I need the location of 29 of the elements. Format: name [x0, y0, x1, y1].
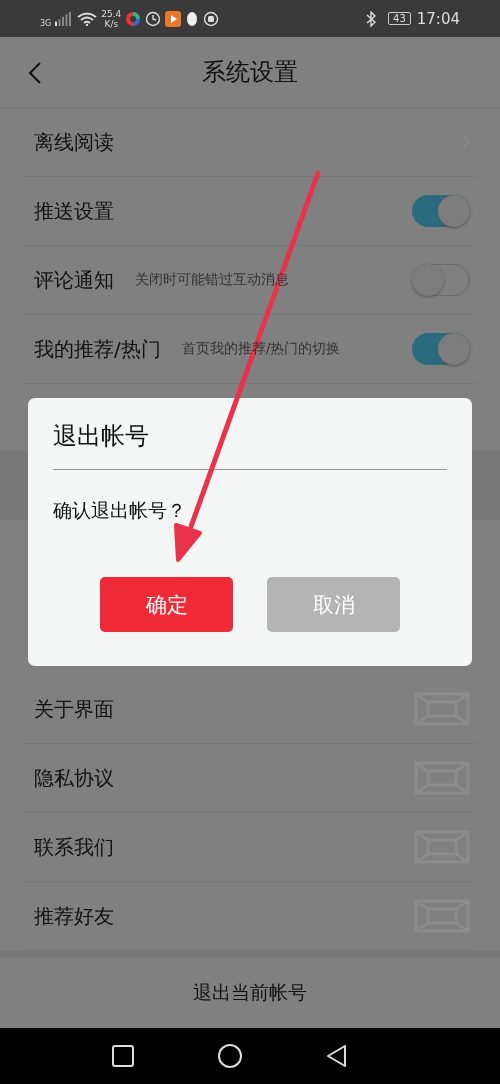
bluetooth-icon — [366, 10, 377, 27]
confirm-button[interactable]: 确定 — [100, 577, 233, 632]
clock-app-icon — [145, 10, 162, 27]
setting-label: 关于界面 — [34, 695, 114, 723]
battery-level: 43 — [388, 12, 411, 25]
signal-icon — [55, 11, 74, 26]
speed-unit: K/s — [104, 18, 119, 29]
play-app-icon — [165, 10, 182, 27]
recents-icon[interactable] — [111, 1044, 135, 1068]
setting-label: 推荐好友 — [34, 902, 114, 930]
setting-label: 联系我们 — [34, 833, 114, 861]
toggle-switch[interactable] — [412, 333, 470, 365]
setting-label: 离线阅读 — [34, 128, 114, 156]
wifi-icon — [77, 11, 98, 26]
back-icon[interactable] — [28, 61, 42, 85]
dialog-title: 退出帐号 — [53, 421, 149, 452]
setting-label: 我的推荐/热门 — [34, 335, 161, 363]
back-nav-icon[interactable] — [325, 1044, 349, 1068]
home-icon[interactable] — [217, 1043, 243, 1069]
dialog-message: 确认退出帐号？ — [53, 498, 186, 523]
clock-time: 17:04 — [416, 9, 460, 28]
speed-value: 25.4 — [101, 8, 122, 19]
setting-label: 推送设置 — [34, 197, 114, 225]
setting-label: 评论通知 — [34, 266, 114, 294]
app-icon — [125, 10, 142, 27]
toggle-switch[interactable] — [412, 195, 470, 227]
network-type: 3G — [40, 18, 52, 28]
setting-label: 隐私协议 — [34, 764, 114, 792]
page-title: 系统设置 — [202, 57, 298, 88]
